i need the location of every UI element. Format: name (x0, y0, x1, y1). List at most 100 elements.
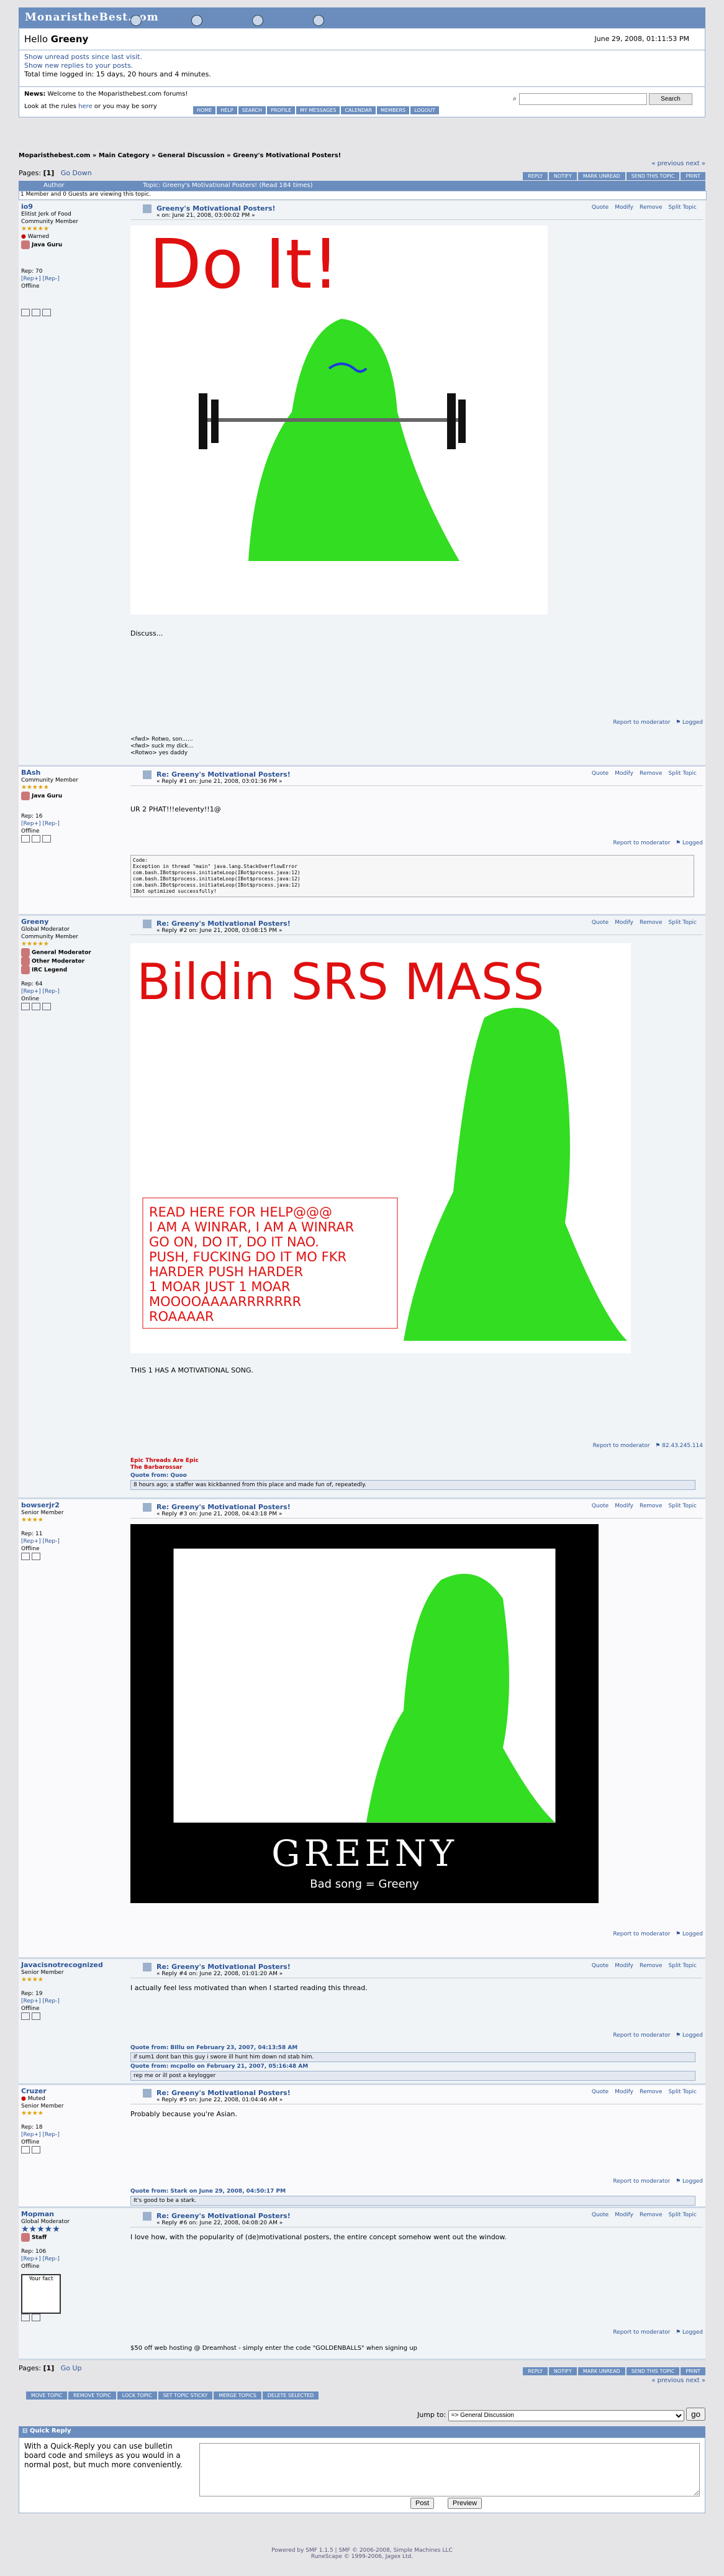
email-icon[interactable] (32, 309, 40, 316)
split-button[interactable]: Split Topic (669, 1503, 697, 1509)
move-topic-button[interactable]: MOVE TOPIC (26, 2391, 68, 2400)
quick-reply-textarea[interactable] (199, 2443, 700, 2496)
profile-icon[interactable] (21, 2012, 30, 2020)
menu-profile[interactable]: PROFILE (267, 106, 296, 114)
page-number[interactable]: [1] (43, 2364, 55, 2372)
post-title[interactable]: Greeny's Motivational Posters! (156, 204, 276, 212)
prev-next[interactable]: « previous next » (651, 160, 705, 167)
preview-button[interactable]: Preview (448, 2498, 482, 2509)
profile-icon[interactable] (21, 1553, 30, 1560)
jump-go-button[interactable]: go (686, 2408, 705, 2421)
page-number[interactable]: [1] (43, 169, 55, 177)
menu-messages[interactable]: MY MESSAGES (296, 106, 340, 114)
delete-selected-button[interactable]: DELETE SELECTED (262, 2391, 319, 2400)
send-topic-button[interactable]: SEND THIS TOPIC (626, 2367, 680, 2375)
quote-button[interactable]: Quote (592, 920, 609, 926)
report-link[interactable]: Report to moderator (613, 840, 670, 846)
quick-reply-header[interactable]: ⊟ Quick Reply (19, 2426, 705, 2437)
split-button[interactable]: Split Topic (669, 2089, 697, 2095)
print-button[interactable]: PRINT (681, 172, 705, 180)
rep-links[interactable]: [Rep+] [Rep-] (21, 2131, 127, 2139)
profile-icon[interactable] (21, 835, 30, 843)
profile-icon[interactable] (21, 2146, 30, 2154)
replies-link[interactable]: Show new replies to your posts. (24, 62, 700, 70)
pm-icon[interactable] (42, 1003, 51, 1010)
email-icon[interactable] (32, 835, 40, 843)
search-button[interactable]: Search (649, 93, 692, 105)
poster-name[interactable]: Javacisnotrecognized (21, 1962, 127, 1969)
quote-button[interactable]: Quote (592, 770, 609, 777)
modify-button[interactable]: Modify (615, 770, 633, 777)
remove-button[interactable]: Remove (640, 2212, 663, 2218)
report-link[interactable]: Report to moderator (613, 1931, 670, 1937)
rep-links[interactable]: [Rep+] [Rep-] (21, 275, 127, 283)
quote-button[interactable]: Quote (592, 1503, 609, 1509)
modify-button[interactable]: Modify (615, 1503, 633, 1509)
rules-link[interactable]: here (78, 103, 93, 110)
modify-button[interactable]: Modify (615, 2089, 633, 2095)
jump-select[interactable]: => General Discussion (448, 2409, 684, 2421)
split-button[interactable]: Split Topic (669, 204, 697, 211)
pm-icon[interactable] (32, 2314, 40, 2321)
post-title[interactable]: Re: Greeny's Motivational Posters! (156, 920, 291, 928)
split-button[interactable]: Split Topic (669, 2212, 697, 2218)
remove-button[interactable]: Remove (640, 1963, 663, 1969)
modify-button[interactable]: Modify (615, 2212, 633, 2218)
rep-links[interactable]: [Rep+] [Rep-] (21, 1998, 127, 2005)
remove-topic-button[interactable]: REMOVE TOPIC (68, 2391, 116, 2400)
search-input[interactable] (518, 93, 647, 105)
mark-unread-button[interactable]: MARK UNREAD (577, 2367, 625, 2375)
notify-button[interactable]: NOTIFY (548, 2367, 577, 2375)
post-title[interactable]: Re: Greeny's Motivational Posters! (156, 770, 291, 779)
post-title[interactable]: Re: Greeny's Motivational Posters! (156, 1503, 291, 1511)
send-topic-button[interactable]: SEND THIS TOPIC (626, 172, 680, 180)
menu-logout[interactable]: LOGOUT (410, 106, 439, 114)
go-up-link[interactable]: Go Up (61, 2364, 82, 2372)
remove-button[interactable]: Remove (640, 920, 663, 926)
unread-link[interactable]: Show unread posts since last visit. (24, 53, 700, 62)
reply-button[interactable]: REPLY (523, 2367, 548, 2375)
poster-name[interactable]: Cruzer (21, 2088, 127, 2095)
mark-unread-button[interactable]: MARK UNREAD (577, 172, 625, 180)
lock-topic-button[interactable]: LOCK TOPIC (117, 2391, 157, 2400)
quote-button[interactable]: Quote (592, 2212, 609, 2218)
post-title[interactable]: Re: Greeny's Motivational Posters! (156, 1963, 291, 1971)
remove-button[interactable]: Remove (640, 204, 663, 211)
poster-name[interactable]: io9 (21, 203, 127, 211)
pm-icon[interactable] (32, 1553, 40, 1560)
report-link[interactable]: Report to moderator (613, 719, 670, 726)
quote-button[interactable]: Quote (592, 1963, 609, 1969)
menu-calendar[interactable]: CALENDAR (341, 106, 376, 114)
post-title[interactable]: Re: Greeny's Motivational Posters! (156, 2089, 291, 2097)
profile-icon[interactable] (21, 309, 30, 316)
pm-icon[interactable] (32, 2012, 40, 2020)
report-link[interactable]: Report to moderator (613, 2329, 670, 2336)
pm-icon[interactable] (32, 2146, 40, 2154)
menu-help[interactable]: HELP (217, 106, 237, 114)
menu-home[interactable]: HOME (193, 106, 216, 114)
report-link[interactable]: Report to moderator (613, 2032, 670, 2039)
pm-icon[interactable] (42, 309, 51, 316)
reply-button[interactable]: REPLY (523, 172, 548, 180)
remove-button[interactable]: Remove (640, 1503, 663, 1509)
rep-links[interactable]: [Rep+] [Rep-] (21, 2255, 127, 2263)
merge-topics-button[interactable]: MERGE TOPICS (214, 2391, 261, 2400)
print-button[interactable]: PRINT (681, 2367, 705, 2375)
rep-links[interactable]: [Rep+] [Rep-] (21, 1538, 127, 1545)
modify-button[interactable]: Modify (615, 920, 633, 926)
modify-button[interactable]: Modify (615, 1963, 633, 1969)
poster-name[interactable]: bowserjr2 (21, 1502, 127, 1509)
quote-button[interactable]: Quote (592, 204, 609, 211)
email-icon[interactable] (32, 1003, 40, 1010)
post-button[interactable]: Post (410, 2498, 435, 2509)
remove-button[interactable]: Remove (640, 2089, 663, 2095)
report-link[interactable]: Report to moderator (613, 2178, 670, 2185)
menu-members[interactable]: MEMBERS (377, 106, 410, 114)
post-title[interactable]: Re: Greeny's Motivational Posters! (156, 2212, 291, 2220)
poster-name[interactable]: BAsh (21, 769, 127, 777)
prev-next-bottom[interactable]: « previous next » (651, 2377, 705, 2384)
split-button[interactable]: Split Topic (669, 1963, 697, 1969)
pm-icon[interactable] (42, 835, 51, 843)
go-down-link[interactable]: Go Down (61, 169, 92, 177)
rep-links[interactable]: [Rep+] [Rep-] (21, 988, 127, 995)
